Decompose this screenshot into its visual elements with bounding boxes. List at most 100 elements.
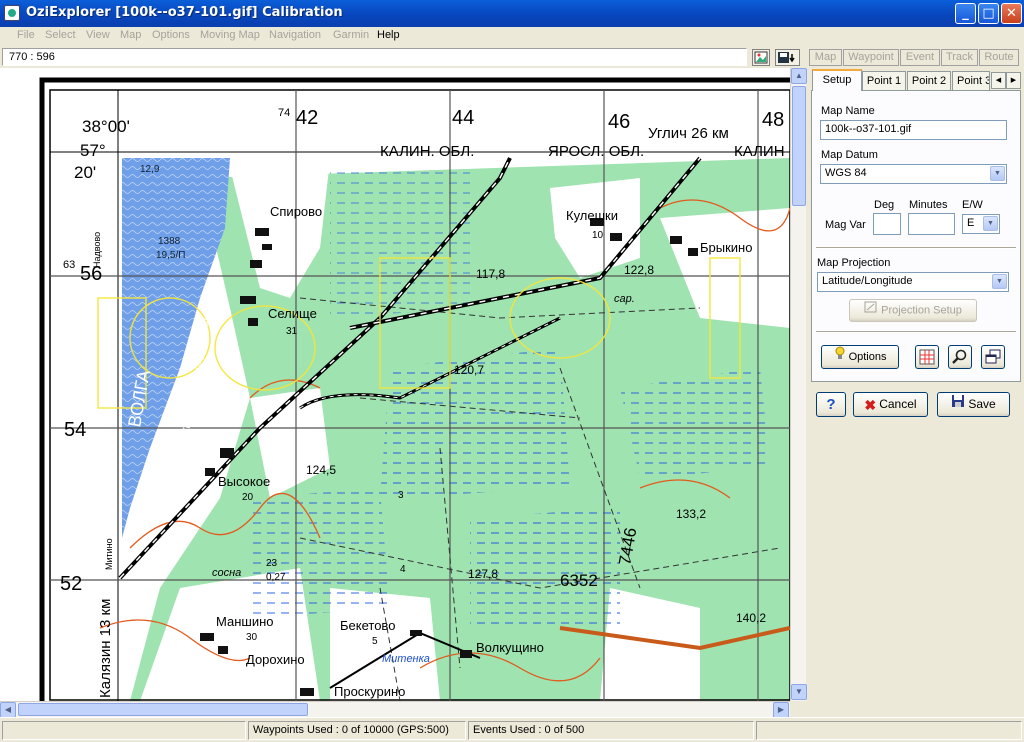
map-label: 30 <box>246 632 258 643</box>
map-big-number: 6352 <box>560 571 598 590</box>
coordinate-bar: 770 : 596 Map Waypoint Event Track Route <box>0 46 1024 68</box>
dropdown-arrow-icon[interactable]: ▼ <box>990 166 1005 181</box>
projection-setup-button[interactable]: Projection Setup <box>849 299 977 322</box>
map-grid-top-48: 48 <box>762 109 784 131</box>
map-village-brykino: Брыкино <box>700 240 752 255</box>
map-village-proskurino: Проскурино <box>334 684 405 699</box>
tab-left-arrow-icon[interactable]: ◀ <box>991 72 1006 89</box>
minimize-button[interactable]: _ <box>955 3 976 24</box>
zoom-button[interactable] <box>948 345 972 369</box>
map-label: 0,27 <box>266 572 286 583</box>
save-button[interactable]: Save <box>937 392 1010 417</box>
map-water-number: 19,5/П <box>156 250 185 261</box>
tab-point-1[interactable]: Point 1 <box>862 71 906 91</box>
cancel-x-icon: ✖ <box>864 396 877 413</box>
map-projection-label: Map Projection <box>817 257 891 269</box>
tab-route[interactable]: Route <box>979 49 1019 66</box>
map-label: 31 <box>286 326 298 337</box>
tab-waypoint[interactable]: Waypoint <box>843 49 899 66</box>
tab-event[interactable]: Event <box>900 49 940 66</box>
map-label: Митенка <box>382 653 430 665</box>
vertical-scroll-thumb[interactable] <box>792 86 806 206</box>
maximize-button[interactable]: □ <box>978 3 999 24</box>
mag-var-ew-value: E <box>967 217 975 229</box>
horizontal-scroll-thumb[interactable] <box>18 703 308 716</box>
map-projection-select[interactable]: Latitude/Longitude ▼ <box>817 272 1009 292</box>
tab-point-3[interactable]: Point 3 <box>952 71 990 91</box>
map-label: Надвово <box>92 232 102 268</box>
map-grid-top-42: 42 <box>296 107 318 129</box>
mag-var-deg-input[interactable] <box>873 213 901 235</box>
topographic-map[interactable]: 38°00' 57° 20' 74 42 44 46 48 КАЛИН. ОБЛ… <box>0 68 790 701</box>
dropdown-arrow-icon[interactable]: ▼ <box>992 274 1007 289</box>
events-used-status: Events Used : 0 of 500 <box>468 721 754 740</box>
map-village-beketovo: Бекетово <box>340 618 395 633</box>
menu-map[interactable]: Map <box>120 29 141 41</box>
horizontal-scrollbar[interactable]: ◀ ▶ <box>0 701 790 718</box>
menu-file[interactable]: File <box>17 29 35 41</box>
picture-icon[interactable] <box>752 49 770 66</box>
map-label: 23 <box>266 558 278 569</box>
options-button[interactable]: Options <box>821 345 899 369</box>
cancel-button[interactable]: ✖ Cancel <box>853 392 928 417</box>
tab-map-objects[interactable]: Map <box>809 49 842 66</box>
tab-scroll-arrows[interactable]: ◀ ▶ <box>991 72 1021 90</box>
window-title: OziExplorer [100k--o37-101.gif] Calibrat… <box>26 5 343 20</box>
help-icon: ? <box>826 396 836 413</box>
map-grid-top-46: 46 <box>608 111 630 133</box>
map-village-manshino: Маншино <box>216 614 273 629</box>
app-icon[interactable] <box>4 5 20 21</box>
scroll-up-icon[interactable]: ▲ <box>791 68 807 84</box>
map-region-kalinin: КАЛИН. ОБЛ. <box>380 143 474 160</box>
menu-help[interactable]: Help <box>377 29 400 41</box>
map-datum-value: WGS 84 <box>825 167 867 179</box>
map-elevation: 120,7 <box>454 363 484 377</box>
map-village-selishche: Селище <box>268 306 317 321</box>
tab-right-arrow-icon[interactable]: ▶ <box>1006 72 1021 89</box>
tab-setup[interactable]: Setup <box>812 69 862 91</box>
map-datum-select[interactable]: WGS 84 ▼ <box>820 164 1007 184</box>
save-download-icon[interactable] <box>775 49 800 66</box>
map-village-vysokoe: Высокое <box>218 474 270 489</box>
map-region-kalinin-right: КАЛИН <box>734 143 785 160</box>
scroll-left-icon[interactable]: ◀ <box>0 702 16 718</box>
menu-options[interactable]: Options <box>152 29 190 41</box>
menu-select[interactable]: Select <box>45 29 76 41</box>
help-button[interactable]: ? <box>816 392 846 417</box>
map-water-number: 12,9 <box>140 164 160 175</box>
cursor-coordinates: 770 : 596 <box>2 48 747 66</box>
dropdown-arrow-icon[interactable]: ▼ <box>983 216 998 231</box>
map-elevation: 124,5 <box>306 463 336 477</box>
divider <box>816 247 1016 249</box>
grid-icon <box>919 349 935 368</box>
floppy-disk-icon <box>951 394 965 417</box>
mag-var-ew-select[interactable]: E ▼ <box>962 214 1000 234</box>
calibration-panel: Setup Point 1 Point 2 Point 3 ◀ ▶ Map Na… <box>808 68 1024 717</box>
map-name-input[interactable]: 100k--o37-101.gif <box>820 120 1007 140</box>
map-water-number: 1388 <box>158 236 181 247</box>
tab-point-2[interactable]: Point 2 <box>907 71 951 91</box>
scroll-down-icon[interactable]: ▼ <box>791 684 807 700</box>
windows-icon <box>985 349 1001 368</box>
vertical-scrollbar[interactable]: ▲ ▼ <box>790 68 807 701</box>
menu-garmin[interactable]: Garmin <box>333 29 369 41</box>
map-view[interactable]: 38°00' 57° 20' 74 42 44 46 48 КАЛИН. ОБЛ… <box>0 68 790 701</box>
waypoints-used-status: Waypoints Used : 0 of 10000 (GPS:500) <box>248 721 466 740</box>
scroll-right-icon[interactable]: ▶ <box>773 702 789 718</box>
menu-view[interactable]: View <box>86 29 110 41</box>
map-elevation: 127,8 <box>468 567 498 581</box>
menu-navigation[interactable]: Navigation <box>269 29 321 41</box>
map-label: сосна <box>212 567 241 579</box>
menu-moving-map[interactable]: Moving Map <box>200 29 260 41</box>
windows-button[interactable] <box>981 345 1005 369</box>
tab-track[interactable]: Track <box>941 49 978 66</box>
map-label: сар. <box>614 293 635 305</box>
map-minutes-label: 20' <box>74 163 96 182</box>
grid-icon-button[interactable] <box>915 345 939 369</box>
mag-var-minutes-input[interactable] <box>908 213 955 235</box>
map-label: 10 <box>592 230 604 241</box>
map-region-yaroslavl: ЯРОСЛ. ОБЛ. <box>548 143 644 160</box>
map-label: 5 <box>372 636 378 647</box>
status-bar: Waypoints Used : 0 of 10000 (GPS:500) Ev… <box>0 717 1024 742</box>
close-button[interactable]: ✕ <box>1001 3 1022 24</box>
